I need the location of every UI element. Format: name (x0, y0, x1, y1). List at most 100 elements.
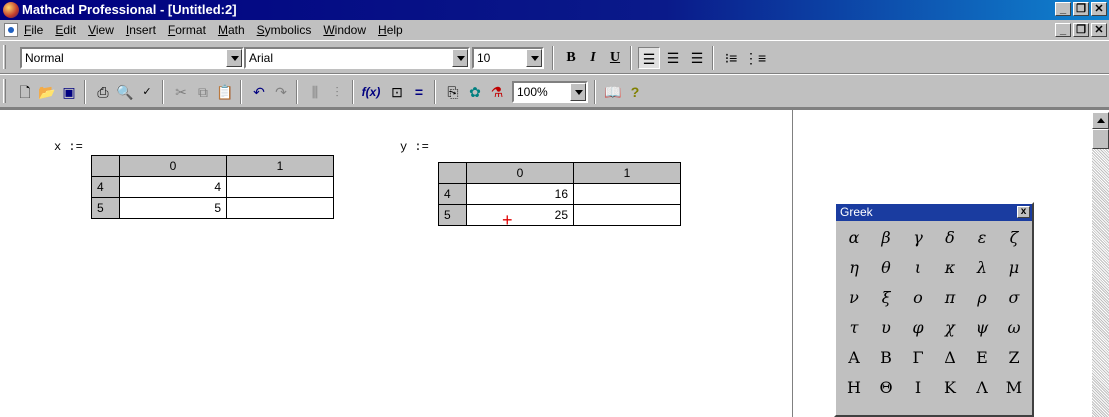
menu-view[interactable]: View (88, 23, 114, 37)
menu-insert[interactable]: Insert (126, 23, 156, 37)
greek-symbol-button[interactable]: ζ (998, 224, 1030, 252)
greek-symbol-button[interactable]: Ι (902, 374, 934, 402)
mathcad-app-icon[interactable] (3, 2, 19, 18)
align-across-icon[interactable]: ⫼ (304, 81, 326, 103)
menu-file[interactable]: File (24, 23, 43, 37)
align-center-button[interactable]: ☰ (662, 47, 684, 69)
chevron-down-icon[interactable] (226, 49, 242, 67)
chevron-down-icon[interactable] (452, 49, 468, 67)
greek-symbol-button[interactable]: μ (998, 254, 1030, 282)
zoom-select[interactable]: 100% (512, 81, 588, 103)
doc-minimize-button[interactable]: _ (1055, 23, 1071, 37)
greek-symbol-button[interactable]: Ε (966, 344, 998, 372)
y-matrix[interactable]: 0 1 4 16 5 25 (438, 162, 681, 226)
matrix-cell[interactable]: 4 (119, 176, 227, 198)
doc-restore-button[interactable]: ❐ (1073, 23, 1089, 37)
greek-symbol-button[interactable]: λ (966, 254, 998, 282)
greek-symbol-button[interactable]: Γ (902, 344, 934, 372)
greek-symbol-button[interactable]: ν (838, 284, 870, 312)
greek-symbol-button[interactable]: Η (838, 374, 870, 402)
menu-math[interactable]: Math (218, 23, 245, 37)
align-left-button[interactable]: ☰ (638, 47, 660, 69)
greek-symbol-button[interactable]: χ (934, 314, 966, 342)
matrix-cell[interactable] (573, 183, 681, 205)
scroll-thumb[interactable] (1092, 129, 1109, 149)
matrix-cell[interactable]: 25 (466, 204, 574, 226)
greek-symbol-button[interactable]: ο (902, 284, 934, 312)
x-matrix[interactable]: 0 1 4 4 5 5 (91, 155, 334, 219)
open-folder-icon[interactable]: 📂 (36, 81, 58, 103)
greek-symbol-button[interactable]: β (870, 224, 902, 252)
greek-symbol-button[interactable]: σ (998, 284, 1030, 312)
italic-button[interactable]: I (582, 47, 604, 69)
copy-icon[interactable]: ⧉ (192, 81, 214, 103)
vertical-scrollbar[interactable] (1092, 112, 1109, 417)
undo-icon[interactable]: ↶ (248, 81, 270, 103)
menu-window[interactable]: Window (323, 23, 366, 37)
document-icon[interactable] (4, 23, 18, 37)
numbered-list-button[interactable]: ⋮≡ (744, 47, 766, 69)
restore-button[interactable]: ❐ (1073, 2, 1089, 16)
greek-palette-close-button[interactable]: x (1017, 206, 1030, 218)
greek-symbol-button[interactable]: Μ (998, 374, 1030, 402)
resource-center-icon[interactable]: ✿ (464, 81, 486, 103)
greek-symbol-button[interactable]: ω (998, 314, 1030, 342)
doc-close-button[interactable]: ✕ (1091, 23, 1107, 37)
greek-symbol-button[interactable]: ρ (966, 284, 998, 312)
bold-button[interactable]: B (560, 47, 582, 69)
greek-symbol-button[interactable]: υ (870, 314, 902, 342)
underline-button[interactable]: U (604, 47, 626, 69)
toolbar-grip[interactable] (3, 45, 6, 69)
greek-palette-titlebar[interactable]: Greek x (836, 204, 1032, 221)
matrix-cell[interactable]: 5 (119, 197, 227, 219)
greek-symbol-button[interactable]: φ (902, 314, 934, 342)
matrix-cell[interactable]: 16 (466, 183, 574, 205)
greek-symbol-button[interactable]: ξ (870, 284, 902, 312)
greek-symbol-button[interactable]: Κ (934, 374, 966, 402)
menu-edit[interactable]: Edit (55, 23, 76, 37)
menu-format[interactable]: Format (168, 23, 206, 37)
greek-symbol-button[interactable]: Δ (934, 344, 966, 372)
new-document-icon[interactable]: 🗋 (14, 81, 36, 103)
greek-symbol-button[interactable]: Α (838, 344, 870, 372)
spell-check-icon[interactable]: ✓ (136, 81, 158, 103)
greek-symbol-button[interactable]: κ (934, 254, 966, 282)
style-select[interactable]: Normal (20, 47, 244, 69)
matrix-cell[interactable] (226, 197, 334, 219)
redo-icon[interactable]: ↷ (270, 81, 292, 103)
greek-symbol-button[interactable]: Β (870, 344, 902, 372)
greek-symbol-button[interactable]: ι (902, 254, 934, 282)
greek-symbol-button[interactable]: ε (966, 224, 998, 252)
menu-symbolics[interactable]: Symbolics (257, 23, 312, 37)
align-down-icon[interactable]: ⫶ (326, 81, 348, 103)
greek-symbol-button[interactable]: θ (870, 254, 902, 282)
minimize-button[interactable]: _ (1055, 2, 1071, 16)
menu-help[interactable]: Help (378, 23, 403, 37)
cut-icon[interactable]: ✂ (170, 81, 192, 103)
greek-symbol-button[interactable]: η (838, 254, 870, 282)
close-button[interactable]: ✕ (1091, 2, 1107, 16)
greek-symbol-button[interactable]: δ (934, 224, 966, 252)
bullet-list-button[interactable]: ⁝≡ (720, 47, 742, 69)
greek-symbol-button[interactable]: Λ (966, 374, 998, 402)
quicksheets-icon[interactable]: 📖 (602, 81, 624, 103)
greek-symbol-button[interactable]: Ζ (998, 344, 1030, 372)
greek-symbol-button[interactable]: ψ (966, 314, 998, 342)
greek-symbol-button[interactable]: π (934, 284, 966, 312)
chevron-down-icon[interactable] (570, 83, 586, 101)
greek-symbol-button[interactable]: γ (902, 224, 934, 252)
paste-icon[interactable]: 📋 (214, 81, 236, 103)
greek-symbol-button[interactable]: τ (838, 314, 870, 342)
save-disk-icon[interactable]: ▣ (58, 81, 80, 103)
scroll-up-button[interactable] (1092, 112, 1109, 129)
print-preview-icon[interactable]: 🔍 (114, 81, 136, 103)
toolbar-grip[interactable] (3, 79, 6, 103)
component-wizard-icon[interactable]: ⎘ (442, 81, 464, 103)
align-right-button[interactable]: ☰ (686, 47, 708, 69)
matrix-cell[interactable] (573, 204, 681, 226)
insert-function-icon[interactable]: f(x) (360, 81, 382, 103)
greek-symbol-button[interactable]: Θ (870, 374, 902, 402)
greek-symbol-button[interactable]: α (838, 224, 870, 252)
insert-unit-icon[interactable]: ⊡ (386, 81, 408, 103)
chevron-down-icon[interactable] (526, 49, 542, 67)
